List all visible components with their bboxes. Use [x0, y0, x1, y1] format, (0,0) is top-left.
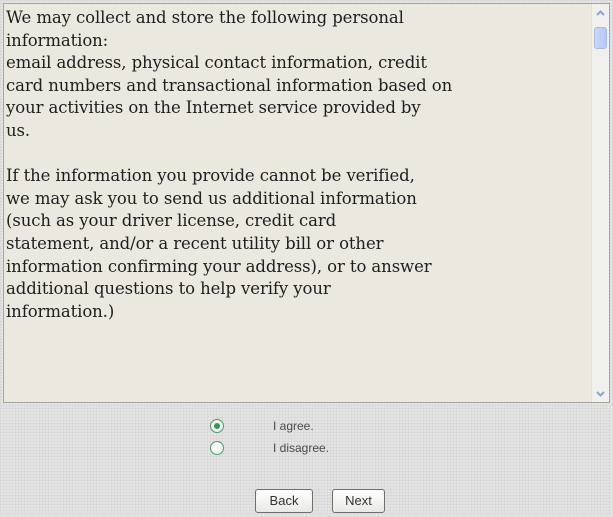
disagree-label[interactable]: I disagree. — [273, 441, 329, 455]
agree-label[interactable]: I agree. — [273, 419, 314, 433]
scroll-up-button[interactable] — [592, 4, 609, 21]
back-button[interactable]: Back — [255, 489, 313, 513]
vertical-scrollbar[interactable] — [591, 4, 609, 402]
agreement-textbox[interactable]: We may collect and store the following p… — [3, 3, 610, 403]
disagree-radio[interactable] — [210, 441, 224, 455]
chevron-up-icon — [596, 9, 605, 16]
next-button[interactable]: Next — [332, 489, 385, 513]
agree-radio[interactable] — [210, 419, 224, 433]
agreement-text: We may collect and store the following p… — [6, 8, 453, 321]
chevron-down-icon — [596, 390, 605, 397]
scroll-down-button[interactable] — [592, 385, 609, 402]
scroll-thumb[interactable] — [594, 27, 607, 49]
